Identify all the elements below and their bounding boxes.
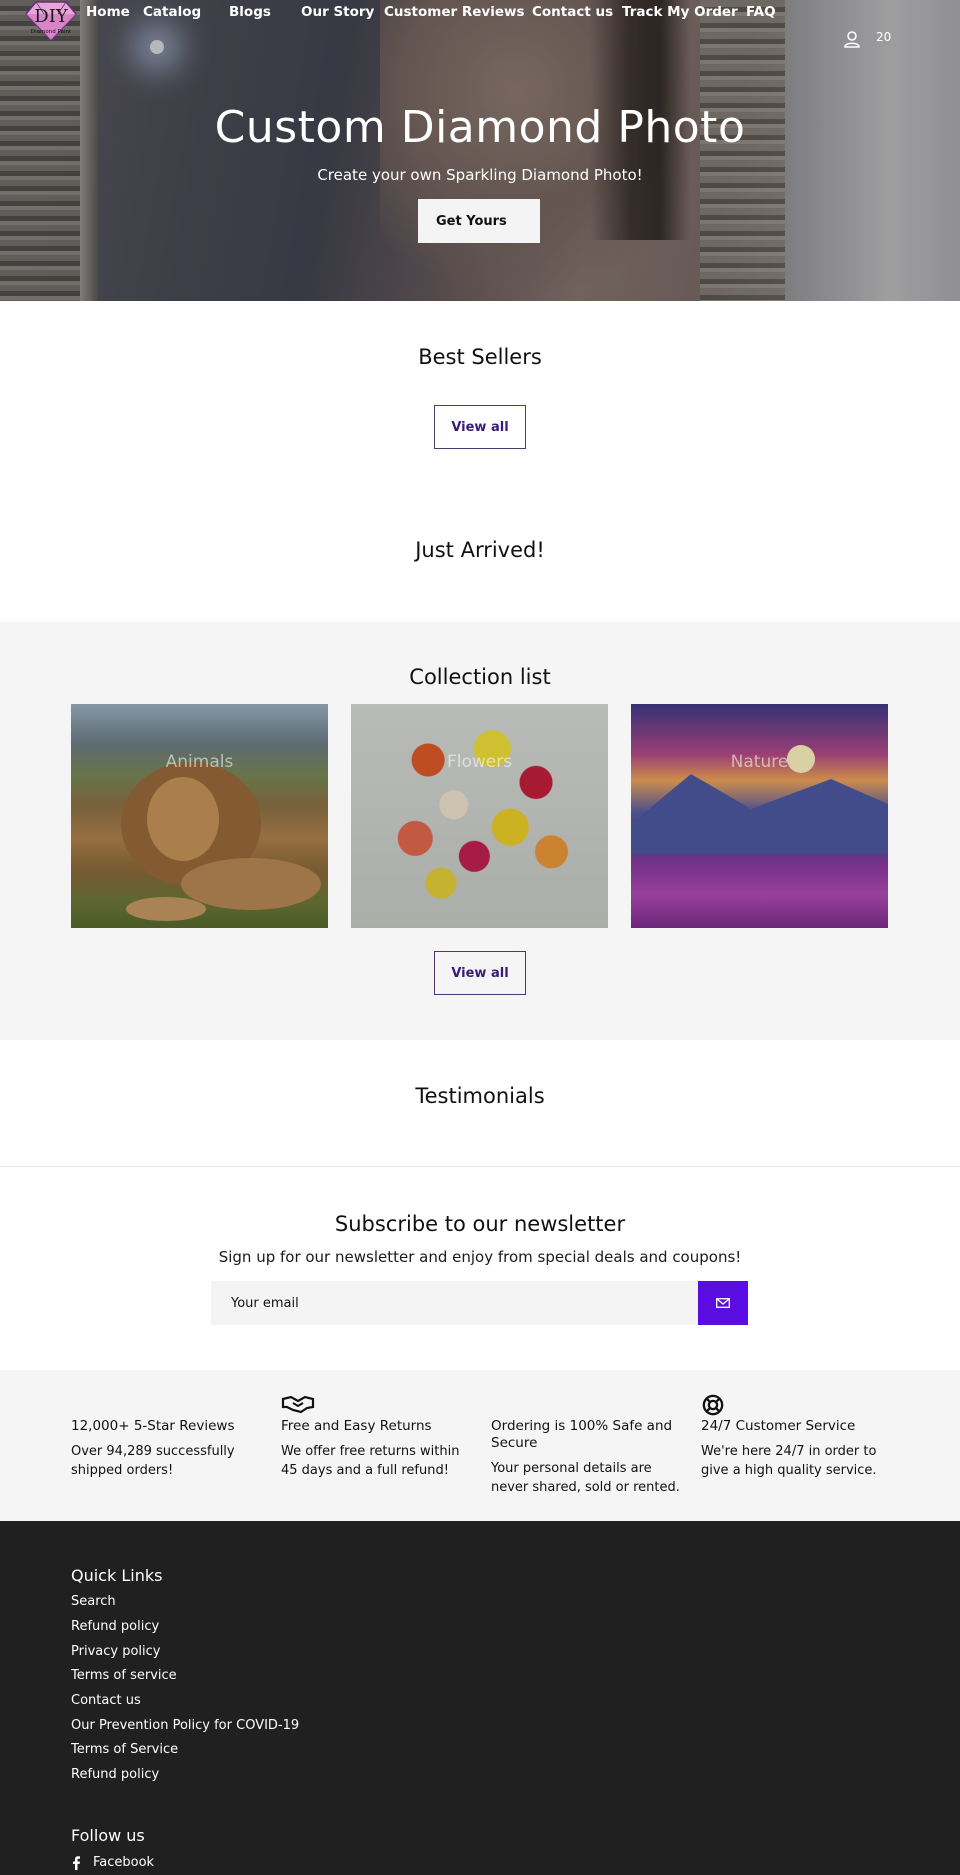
testimonials-title: Testimonials bbox=[415, 1084, 545, 1108]
mail-icon bbox=[716, 1297, 730, 1308]
nav-contact-us[interactable]: Contact us bbox=[532, 4, 613, 20]
collection-list-title: Collection list bbox=[409, 665, 551, 689]
feature-reviews: 12,000+ 5-Star Reviews Over 94,289 succe… bbox=[71, 1394, 261, 1480]
nav-catalog[interactable]: Catalog bbox=[143, 4, 201, 20]
footer-link-terms-of-service[interactable]: Terms of service bbox=[71, 1668, 177, 1683]
collection-label-flowers: Flowers bbox=[446, 752, 513, 772]
footer-link-refund-policy-2[interactable]: Refund policy bbox=[71, 1767, 159, 1782]
cart-count: 20 bbox=[876, 30, 892, 44]
feature-title: Free and Easy Returns bbox=[281, 1418, 432, 1434]
best-sellers-title: Best Sellers bbox=[418, 345, 542, 369]
feature-secure: Ordering is 100% Safe and Secure Your pe… bbox=[491, 1394, 681, 1497]
footer-link-privacy-policy[interactable]: Privacy policy bbox=[71, 1644, 160, 1659]
feature-title: 12,000+ 5-Star Reviews bbox=[71, 1418, 235, 1434]
email-input[interactable] bbox=[211, 1281, 699, 1325]
quick-links-title: Quick Links bbox=[71, 1566, 163, 1585]
feature-title: 24/7 Customer Service bbox=[701, 1418, 856, 1434]
site-logo[interactable]: DIY Diamond Paint bbox=[22, 0, 80, 42]
just-arrived-title: Just Arrived! bbox=[415, 538, 545, 562]
footer-link-terms-of-service-2[interactable]: Terms of Service bbox=[71, 1742, 178, 1757]
follow-us-title: Follow us bbox=[71, 1826, 145, 1845]
nav-track-order[interactable]: Track My Order bbox=[622, 4, 738, 20]
facebook-label: Facebook bbox=[93, 1855, 155, 1870]
svg-text:Diamond Paint: Diamond Paint bbox=[31, 29, 72, 35]
facebook-link[interactable]: Facebook bbox=[71, 1855, 154, 1870]
cart-icon[interactable]: 20 bbox=[876, 30, 902, 48]
feature-title: Ordering is 100% Safe and Secure bbox=[491, 1418, 673, 1451]
feature-support: 24/7 Customer Service We're here 24/7 in… bbox=[701, 1394, 891, 1480]
section-divider bbox=[0, 1166, 960, 1167]
best-sellers-view-all-button[interactable]: View all bbox=[434, 405, 526, 449]
subscribe-button[interactable] bbox=[698, 1281, 748, 1325]
collection-label-animals: Animals bbox=[165, 752, 234, 772]
collection-card-nature[interactable]: Nature bbox=[631, 704, 888, 928]
nav-faq[interactable]: FAQ bbox=[746, 4, 776, 20]
svg-text:DIY: DIY bbox=[34, 6, 69, 27]
hero-subtitle: Create your own Sparkling Diamond Photo! bbox=[317, 166, 643, 184]
collection-view-all-button[interactable]: View all bbox=[434, 951, 526, 995]
feature-desc: Your personal details are never shared, … bbox=[491, 1461, 680, 1495]
footer-link-covid-policy[interactable]: Our Prevention Policy for COVID-19 bbox=[71, 1718, 299, 1733]
collection-card-animals[interactable]: Animals bbox=[71, 704, 328, 928]
feature-returns: Free and Easy Returns We offer free retu… bbox=[281, 1394, 471, 1480]
get-yours-button[interactable]: Get Yours bbox=[418, 199, 540, 243]
footer-link-search[interactable]: Search bbox=[71, 1594, 116, 1609]
lifebuoy-icon bbox=[701, 1394, 891, 1416]
nav-customer-reviews[interactable]: Customer Reviews bbox=[384, 4, 525, 20]
newsletter-subtitle: Sign up for our newsletter and enjoy fro… bbox=[218, 1248, 742, 1266]
nav-blogs[interactable]: Blogs bbox=[229, 4, 271, 20]
newsletter-title: Subscribe to our newsletter bbox=[334, 1212, 626, 1236]
nav-home[interactable]: Home bbox=[86, 4, 130, 20]
feature-desc: We offer free returns within 45 days and… bbox=[281, 1444, 460, 1478]
hero-title: Custom Diamond Photo bbox=[214, 102, 746, 153]
handshake-icon bbox=[281, 1394, 471, 1416]
collection-label-nature: Nature bbox=[730, 752, 789, 772]
collection-card-flowers[interactable]: Flowers bbox=[351, 704, 608, 928]
feature-desc: We're here 24/7 in order to give a high … bbox=[701, 1444, 877, 1478]
account-icon[interactable] bbox=[843, 30, 861, 48]
footer-link-contact-us[interactable]: Contact us bbox=[71, 1693, 141, 1708]
facebook-icon bbox=[73, 1855, 80, 1870]
feature-desc: Over 94,289 successfully shipped orders! bbox=[71, 1444, 235, 1478]
nav-our-story[interactable]: Our Story bbox=[301, 4, 374, 20]
footer-link-refund-policy[interactable]: Refund policy bbox=[71, 1619, 159, 1634]
